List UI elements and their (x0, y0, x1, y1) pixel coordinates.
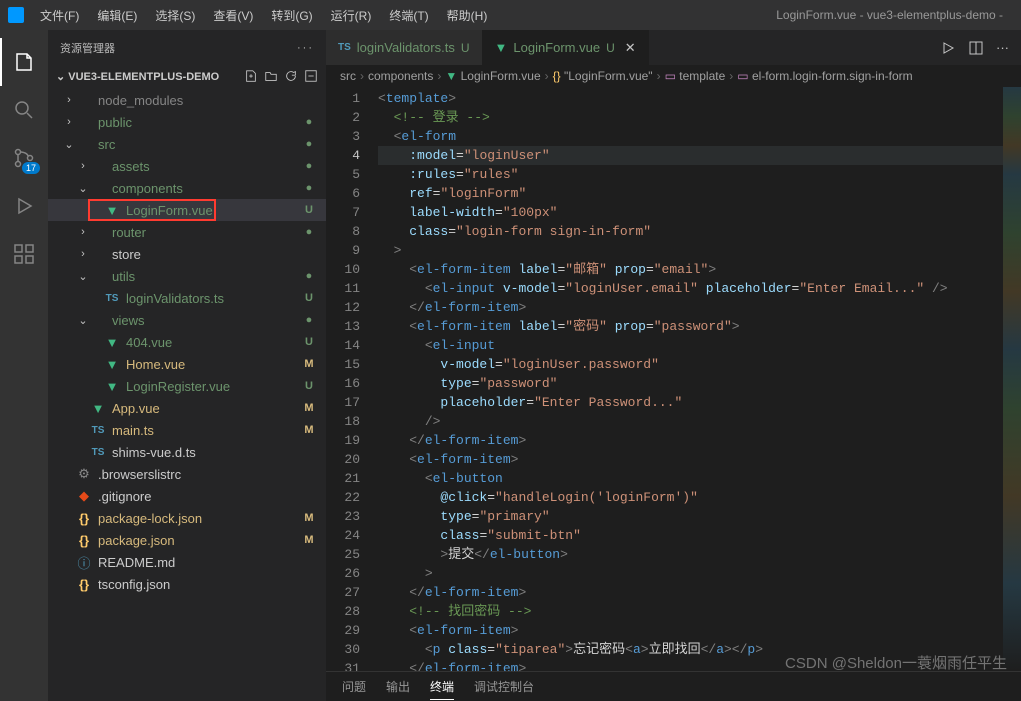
menu-item[interactable]: 转到(G) (263, 3, 320, 28)
tree-item[interactable]: TSloginValidators.tsU (48, 287, 326, 309)
tree-item[interactable]: ⓘREADME.md (48, 551, 326, 573)
tree-item[interactable]: ›node_modules (48, 89, 326, 111)
tree-item[interactable]: ›router● (48, 221, 326, 243)
editor-tab[interactable]: ▼LoginForm.vueU✕ (483, 30, 649, 65)
run-debug-icon[interactable] (0, 182, 48, 230)
window-title: LoginForm.vue - vue3-elementplus-demo - (495, 8, 1013, 22)
tree-item[interactable]: ▼LoginForm.vueU (48, 199, 326, 221)
tree-item[interactable]: {}package-lock.jsonM (48, 507, 326, 529)
file-tree: ›node_modules›public●⌄src●›assets●⌄compo… (48, 87, 326, 701)
explorer-icon[interactable] (0, 38, 48, 86)
tree-item[interactable]: ⌄components● (48, 177, 326, 199)
breadcrumb-item[interactable]: src (340, 69, 356, 83)
tree-item[interactable]: {}tsconfig.json (48, 573, 326, 595)
panel-tab[interactable]: 输出 (386, 674, 410, 699)
collapse-icon[interactable] (304, 69, 318, 83)
breadcrumbs[interactable]: src›components›▼ LoginForm.vue›{} "Login… (326, 65, 1021, 87)
breadcrumb-item[interactable]: ▭ template (665, 69, 726, 83)
bottom-panel: 问题输出终端调试控制台 (326, 671, 1021, 701)
tree-item[interactable]: ▼404.vueU (48, 331, 326, 353)
minimap[interactable] (1003, 87, 1021, 671)
title-bar: 文件(F)编辑(E)选择(S)查看(V)转到(G)运行(R)终端(T)帮助(H)… (0, 0, 1021, 30)
tree-item[interactable]: ›assets● (48, 155, 326, 177)
run-icon[interactable] (940, 40, 956, 56)
menu-item[interactable]: 终端(T) (381, 3, 436, 28)
menu-item[interactable]: 编辑(E) (89, 3, 145, 28)
sidebar-header: 资源管理器 ··· (48, 30, 326, 65)
code-editor[interactable]: <template> <!-- 登录 --> <el-form :model="… (378, 87, 1003, 671)
tree-item[interactable]: ◆.gitignore (48, 485, 326, 507)
menu-item[interactable]: 查看(V) (205, 3, 261, 28)
tabs-row: TSloginValidators.tsU▼LoginForm.vueU✕ ··… (326, 30, 1021, 65)
breadcrumb-item[interactable]: {} "LoginForm.vue" (553, 69, 653, 83)
search-icon[interactable] (0, 86, 48, 134)
explorer-title: 资源管理器 (60, 40, 115, 56)
tree-item[interactable]: ▼LoginRegister.vueU (48, 375, 326, 397)
menu-item[interactable]: 文件(F) (32, 3, 87, 28)
project-title-row[interactable]: ⌄ VUE3-ELEMENTPLUS-DEMO (48, 65, 326, 87)
breadcrumb-item[interactable]: ▭ el-form.login-form.sign-in-form (737, 69, 912, 83)
breadcrumb-item[interactable]: ▼ LoginForm.vue (445, 69, 540, 83)
source-control-icon[interactable]: 17 (0, 134, 48, 182)
tree-item[interactable]: ▼App.vueM (48, 397, 326, 419)
menu-item[interactable]: 选择(S) (147, 3, 203, 28)
refresh-icon[interactable] (284, 69, 298, 83)
tree-item[interactable]: ⌄utils● (48, 265, 326, 287)
editor-area: TSloginValidators.tsU▼LoginForm.vueU✕ ··… (326, 30, 1021, 701)
more-icon[interactable]: ··· (297, 42, 314, 54)
menu-item[interactable]: 运行(R) (323, 3, 380, 28)
tree-item[interactable]: ⌄views● (48, 309, 326, 331)
menu-bar: 文件(F)编辑(E)选择(S)查看(V)转到(G)运行(R)终端(T)帮助(H) (32, 3, 495, 28)
line-gutter: 1234567891011121314151617181920212223242… (326, 87, 378, 671)
sidebar: 资源管理器 ··· ⌄ VUE3-ELEMENTPLUS-DEMO ›node_… (48, 30, 326, 701)
new-file-icon[interactable] (244, 69, 258, 83)
panel-tab[interactable]: 问题 (342, 674, 366, 699)
project-name: VUE3-ELEMENTPLUS-DEMO (68, 71, 219, 83)
tab-more-icon[interactable]: ··· (996, 40, 1009, 55)
close-icon[interactable]: ✕ (625, 40, 636, 56)
tree-item[interactable]: ▼Home.vueM (48, 353, 326, 375)
panel-tab[interactable]: 调试控制台 (474, 674, 534, 699)
panel-tab[interactable]: 终端 (430, 674, 454, 700)
scm-badge: 17 (22, 162, 40, 174)
tree-item[interactable]: ›store (48, 243, 326, 265)
split-icon[interactable] (968, 40, 984, 56)
menu-item[interactable]: 帮助(H) (439, 3, 496, 28)
activity-bar: 17 (0, 30, 48, 701)
tree-item[interactable]: {}package.jsonM (48, 529, 326, 551)
tree-item[interactable]: TSmain.tsM (48, 419, 326, 441)
extensions-icon[interactable] (0, 230, 48, 278)
tree-item[interactable]: ⚙.browserslistrc (48, 463, 326, 485)
vscode-icon (8, 7, 24, 23)
tree-item[interactable]: ›public● (48, 111, 326, 133)
tree-item[interactable]: ⌄src● (48, 133, 326, 155)
new-folder-icon[interactable] (264, 69, 278, 83)
editor-tab[interactable]: TSloginValidators.tsU (326, 30, 483, 65)
tree-item[interactable]: TSshims-vue.d.ts (48, 441, 326, 463)
breadcrumb-item[interactable]: components (368, 69, 433, 83)
